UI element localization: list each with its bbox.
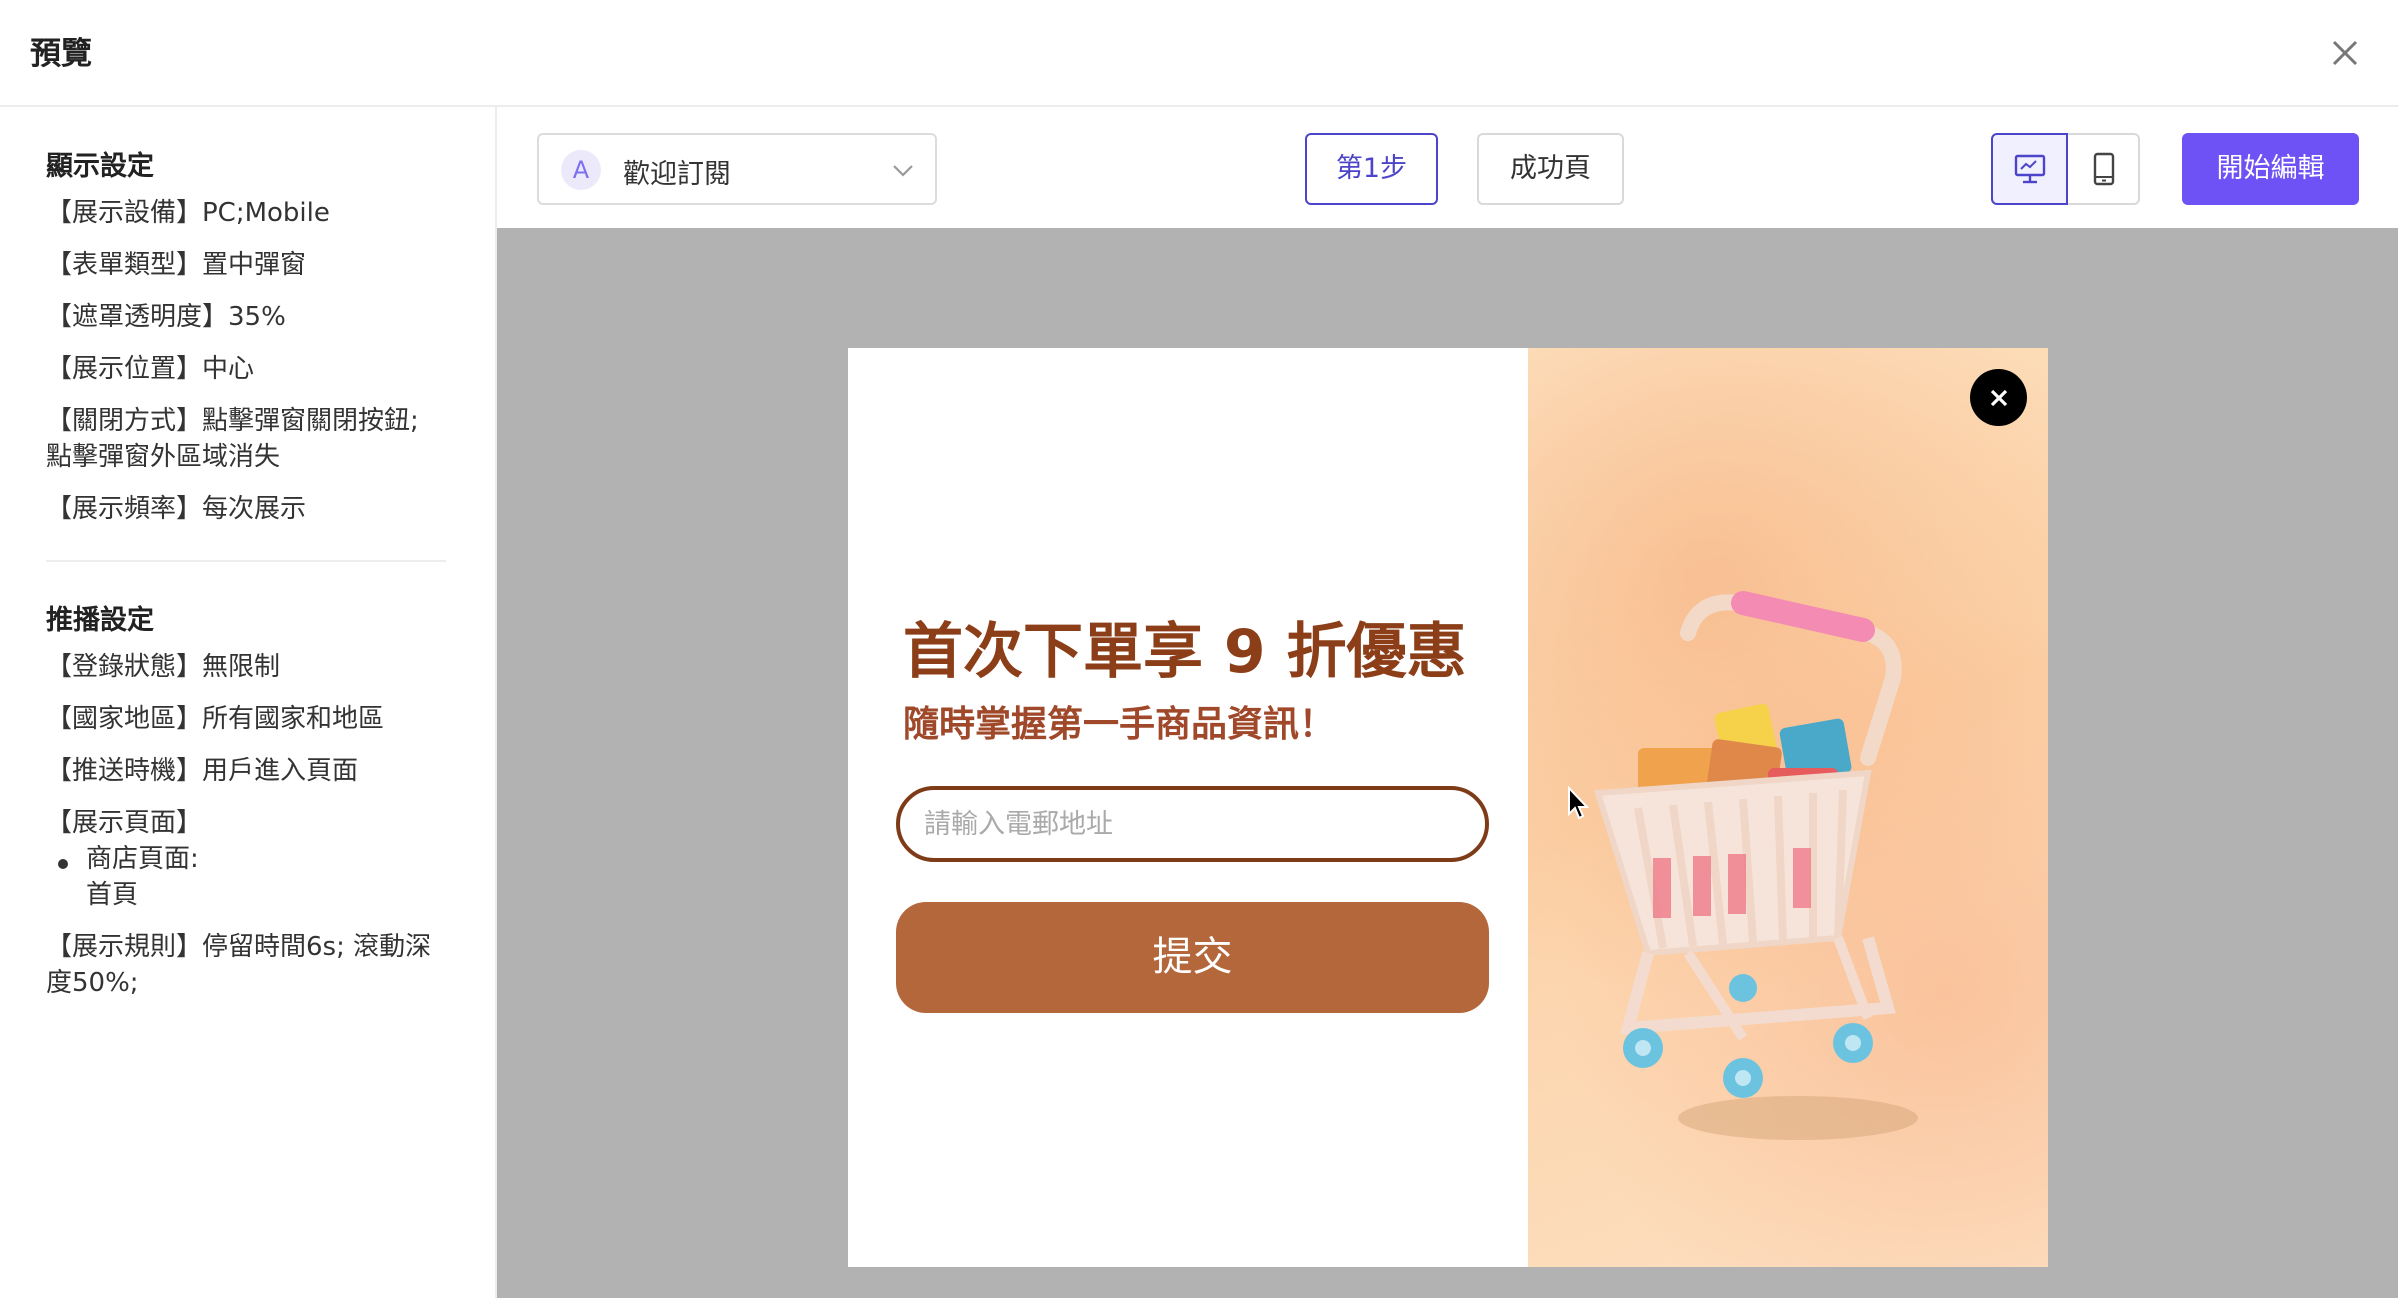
template-select[interactable]: A 歡迎訂閱 bbox=[537, 133, 937, 205]
popup-preview: 首次下單享 9 折優惠 隨時掌握第一手商品資訊！ 提交 bbox=[848, 348, 2048, 1267]
push-setting-page-home: 首頁 bbox=[86, 880, 139, 910]
success-page-button[interactable]: 成功頁 bbox=[1477, 133, 1624, 205]
template-badge: A bbox=[561, 150, 601, 190]
display-setting-device: 【展示設備】PC;Mobile bbox=[46, 198, 330, 228]
popup-close-icon bbox=[1990, 389, 2007, 406]
preview-toolbar: A 歡迎訂閱 第1步 成功頁 開始編輯 bbox=[497, 107, 2398, 228]
push-setting-page-store: 商店頁面: bbox=[86, 844, 199, 874]
push-settings-title: 推播設定 bbox=[46, 605, 154, 636]
popup-content: 首次下單享 9 折優惠 隨時掌握第一手商品資訊！ 提交 bbox=[848, 348, 1528, 1267]
submit-button[interactable]: 提交 bbox=[896, 902, 1489, 1013]
settings-sidebar: 顯示設定 【展示設備】PC;Mobile 【表單類型】置中彈窗 【遮罩透明度】3… bbox=[0, 107, 497, 1298]
popup-image-panel bbox=[1528, 348, 2048, 1267]
push-setting-timing: 【推送時機】用戶進入頁面 bbox=[46, 756, 359, 786]
display-settings-title: 顯示設定 bbox=[46, 151, 154, 182]
push-setting-rule: 【展示規則】停留時間6s; 滾動深 bbox=[46, 932, 432, 962]
email-field[interactable] bbox=[896, 786, 1489, 862]
push-setting-rule-2: 度50%; bbox=[46, 968, 139, 998]
desktop-view-button[interactable] bbox=[1991, 133, 2068, 205]
mouse-cursor-icon bbox=[1568, 786, 1590, 820]
popup-heading: 首次下單享 9 折優惠 bbox=[903, 617, 1467, 687]
preview-canvas: 首次下單享 9 折優惠 隨時掌握第一手商品資訊！ 提交 bbox=[497, 228, 2398, 1298]
popup-close-button[interactable] bbox=[1970, 369, 2027, 426]
desktop-icon bbox=[2014, 154, 2045, 184]
start-edit-button[interactable]: 開始編輯 bbox=[2182, 133, 2359, 205]
push-setting-login: 【登錄狀態】無限制 bbox=[46, 652, 281, 682]
close-icon bbox=[2332, 40, 2358, 66]
sidebar-divider bbox=[46, 560, 446, 562]
close-button[interactable] bbox=[2322, 30, 2368, 76]
display-setting-frequency: 【展示頻率】每次展示 bbox=[46, 494, 307, 524]
device-toggle bbox=[1991, 133, 2140, 205]
modal-header: 預覽 bbox=[0, 0, 2398, 107]
push-setting-region: 【國家地區】所有國家和地區 bbox=[46, 704, 385, 734]
display-setting-form-type: 【表單類型】置中彈窗 bbox=[46, 250, 307, 280]
display-setting-close-method: 【關閉方式】點擊彈窗關閉按鈕; bbox=[46, 406, 419, 436]
push-setting-pages: 【展示頁面】 bbox=[46, 808, 203, 838]
page-title: 預覽 bbox=[30, 36, 92, 72]
template-name: 歡迎訂閱 bbox=[623, 159, 731, 190]
list-bullet bbox=[58, 859, 68, 869]
step-1-button[interactable]: 第1步 bbox=[1305, 133, 1438, 205]
popup-subheading: 隨時掌握第一手商品資訊！ bbox=[903, 704, 1336, 745]
display-setting-opacity: 【遮罩透明度】35% bbox=[46, 302, 286, 332]
mobile-view-button[interactable] bbox=[2068, 135, 2140, 203]
display-setting-close-method-2: 點擊彈窗外區域消失 bbox=[46, 442, 281, 472]
mobile-icon bbox=[2093, 152, 2115, 186]
shopping-cart-illustration bbox=[1594, 591, 1918, 1140]
display-setting-position: 【展示位置】中心 bbox=[46, 354, 255, 384]
chevron-down-icon bbox=[893, 165, 913, 177]
